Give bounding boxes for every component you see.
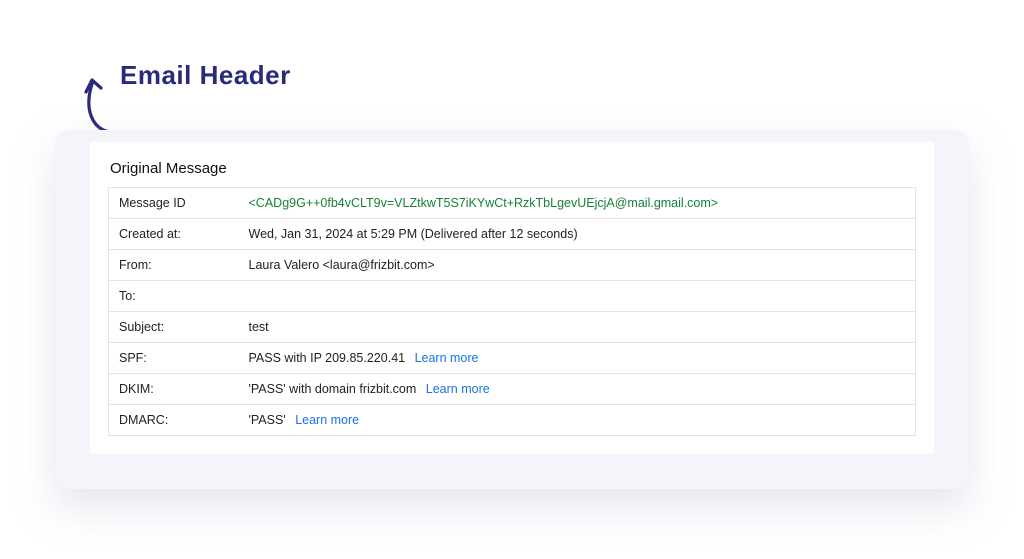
label-spf: SPF:	[109, 343, 239, 374]
label-created-at: Created at:	[109, 219, 239, 250]
row-subject: Subject: test	[109, 312, 916, 343]
row-from: From: Laura Valero <laura@frizbit.com>	[109, 250, 916, 281]
message-id-text: <CADg9G++0fb4vCLT9v=VLZtkwT5S7iKYwCt+Rzk…	[249, 196, 719, 210]
value-to	[239, 281, 916, 312]
row-dmarc: DMARC: 'PASS' Learn more	[109, 405, 916, 436]
label-to: To:	[109, 281, 239, 312]
value-created-at: Wed, Jan 31, 2024 at 5:29 PM (Delivered …	[239, 219, 916, 250]
value-message-id: <CADg9G++0fb4vCLT9v=VLZtkwT5S7iKYwCt+Rzk…	[239, 188, 916, 219]
message-headers-table: Message ID <CADg9G++0fb4vCLT9v=VLZtkwT5S…	[108, 187, 916, 436]
annotation-title: Email Header	[120, 60, 291, 91]
value-dkim: 'PASS' with domain frizbit.com Learn mor…	[239, 374, 916, 405]
label-dkim: DKIM:	[109, 374, 239, 405]
value-from: Laura Valero <laura@frizbit.com>	[239, 250, 916, 281]
label-from: From:	[109, 250, 239, 281]
row-message-id: Message ID <CADg9G++0fb4vCLT9v=VLZtkwT5S…	[109, 188, 916, 219]
spf-value-text: PASS with IP 209.85.220.41	[249, 351, 406, 365]
dkim-value-text: 'PASS' with domain frizbit.com	[249, 382, 417, 396]
value-spf: PASS with IP 209.85.220.41 Learn more	[239, 343, 916, 374]
value-subject: test	[239, 312, 916, 343]
panel-title: Original Message	[108, 154, 916, 187]
row-to: To:	[109, 281, 916, 312]
row-spf: SPF: PASS with IP 209.85.220.41 Learn mo…	[109, 343, 916, 374]
dmarc-value-text: 'PASS'	[249, 413, 286, 427]
dkim-learn-more-link[interactable]: Learn more	[426, 382, 490, 396]
label-message-id: Message ID	[109, 188, 239, 219]
row-dkim: DKIM: 'PASS' with domain frizbit.com Lea…	[109, 374, 916, 405]
label-subject: Subject:	[109, 312, 239, 343]
spf-learn-more-link[interactable]: Learn more	[415, 351, 479, 365]
label-dmarc: DMARC:	[109, 405, 239, 436]
row-created-at: Created at: Wed, Jan 31, 2024 at 5:29 PM…	[109, 219, 916, 250]
original-message-panel: Original Message Message ID <CADg9G++0fb…	[90, 142, 934, 454]
dmarc-learn-more-link[interactable]: Learn more	[295, 413, 359, 427]
value-dmarc: 'PASS' Learn more	[239, 405, 916, 436]
